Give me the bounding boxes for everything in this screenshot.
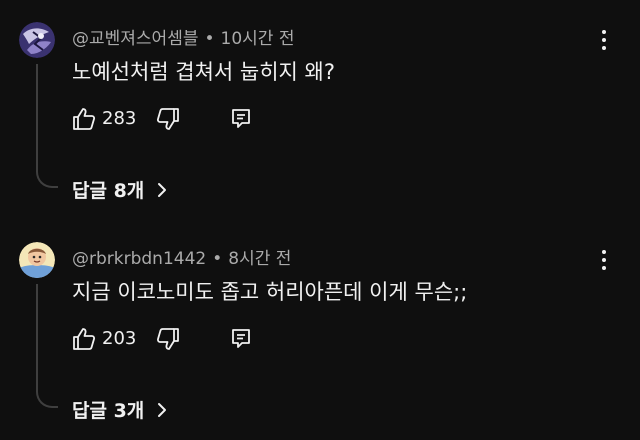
more-vertical-icon[interactable] [592, 26, 616, 54]
replies-label: 답글 8개 [72, 180, 145, 202]
comment-author[interactable]: @rbrkrbdn1442 [72, 249, 206, 269]
reply-comment-icon[interactable] [230, 328, 252, 350]
chevron-right-icon [158, 402, 167, 417]
thumbs-up-icon[interactable] [72, 106, 96, 132]
comment-thread: @교벤져스어셈블 • 10시간 전 노예선처럼 겹쳐서 눕히지 왜? 283 답… [0, 0, 640, 220]
chevron-right-icon [158, 182, 167, 197]
view-replies-button[interactable]: 답글 3개 [72, 396, 168, 423]
comment-thread: @rbrkrbdn1442 • 8시간 전 지금 이코노미도 좁고 허리아픈데 이게… [0, 220, 640, 440]
comment-timestamp[interactable]: 10시간 전 [221, 29, 295, 49]
like-count: 203 [102, 328, 137, 349]
meta-separator: • [212, 249, 223, 269]
thread-connector-line [36, 64, 58, 188]
comment-meta: @rbrkrbdn1442 • 8시간 전 [72, 244, 291, 269]
view-replies-button[interactable]: 답글 8개 [72, 176, 168, 203]
like-count: 283 [102, 108, 137, 129]
thumbs-down-icon[interactable] [156, 326, 180, 352]
thumbs-down-icon[interactable] [156, 106, 180, 132]
user-avatar[interactable] [19, 22, 55, 58]
comment-text: 노예선처럼 겹쳐서 눕히지 왜? [72, 60, 336, 84]
comment-author[interactable]: @교벤져스어셈블 [72, 29, 198, 49]
meta-separator: • [204, 29, 215, 49]
reply-comment-icon[interactable] [230, 108, 252, 130]
thread-connector-line [36, 284, 58, 408]
more-vertical-icon[interactable] [592, 246, 616, 274]
comment-text: 지금 이코노미도 좁고 허리아픈데 이게 무슨;; [72, 280, 468, 304]
comment-meta: @교벤져스어셈블 • 10시간 전 [72, 24, 294, 49]
replies-label: 답글 3개 [72, 400, 145, 422]
user-avatar[interactable] [19, 242, 55, 278]
thumbs-up-icon[interactable] [72, 326, 96, 352]
comment-timestamp[interactable]: 8시간 전 [228, 249, 291, 269]
